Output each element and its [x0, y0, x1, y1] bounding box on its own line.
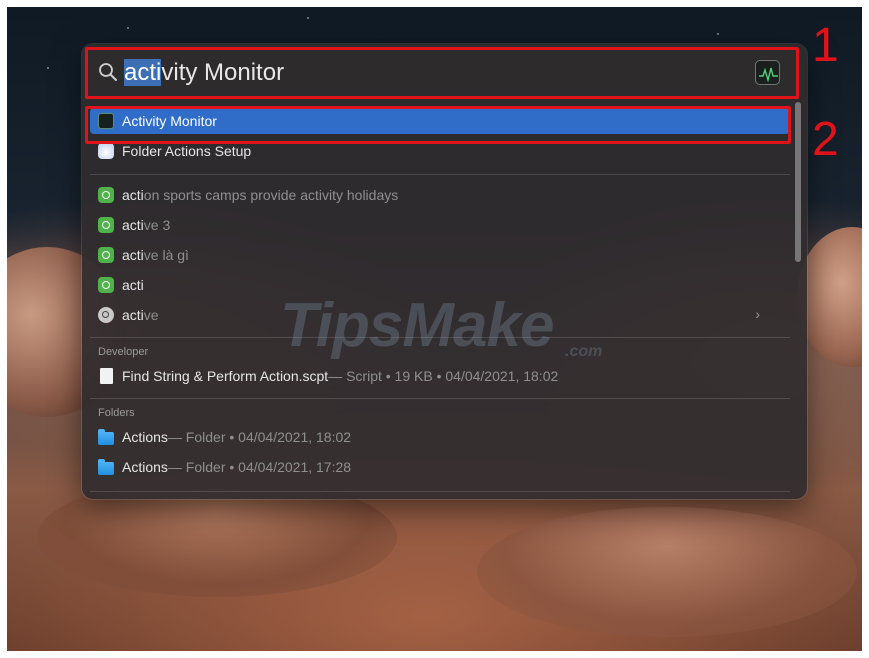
- folder-icon: [98, 458, 114, 475]
- result-meta: — Script • 19 KB • 04/04/2021, 18:02: [328, 368, 559, 384]
- folder-icon: [98, 428, 114, 445]
- watermark-tld: .com: [565, 343, 603, 360]
- result-folder[interactable]: Actions — Folder • 04/04/2021, 17:28: [90, 454, 790, 480]
- suggestion-bold: acti: [122, 307, 144, 323]
- suggestion-bold: acti: [122, 217, 144, 233]
- result-meta: — Folder • 04/04/2021, 18:02: [167, 429, 352, 445]
- folder-actions-icon: [98, 143, 114, 159]
- star: [47, 67, 49, 69]
- section-header-folders: Folders: [98, 407, 135, 419]
- result-meta: — Folder • 04/04/2021, 17:28: [167, 459, 352, 475]
- suggestion-item[interactable]: acti on sports camps provide activity hol…: [90, 182, 790, 208]
- result-folder[interactable]: Actions — Folder • 04/04/2021, 18:02: [90, 424, 790, 450]
- divider: [90, 491, 790, 492]
- divider: [90, 398, 790, 399]
- result-label: Actions: [122, 429, 168, 445]
- section-header-developer: Developer: [98, 346, 149, 358]
- watermark: TipsMake: [280, 291, 554, 360]
- result-label: Folder Actions Setup: [122, 143, 252, 159]
- rock-formation: [477, 507, 857, 637]
- search-suggestion-icon: [98, 277, 114, 293]
- annotation-label-2: 2: [812, 113, 839, 166]
- result-script-file[interactable]: Find String & Perform Action.scpt — Scri…: [90, 363, 790, 389]
- chevron-right-icon: ›: [755, 306, 760, 322]
- suggestion-rest: on sports camps provide activity holiday…: [143, 187, 399, 203]
- annotation-label-1: 1: [812, 19, 839, 72]
- search-suggestion-icon: [98, 247, 114, 263]
- suggestion-item[interactable]: acti ve là gì: [90, 242, 790, 268]
- search-suggestion-icon: [98, 187, 114, 203]
- search-suggestion-icon: [98, 217, 114, 233]
- suggestion-bold: acti: [122, 247, 144, 263]
- suggestion-rest: ve là gì: [143, 247, 189, 263]
- divider: [90, 174, 790, 175]
- suggestion-bold: acti: [122, 277, 144, 293]
- web-search-icon: [98, 307, 114, 323]
- annotation-box-search: [85, 47, 799, 99]
- script-document-icon: [100, 368, 113, 384]
- result-label: Find String & Perform Action.scpt: [122, 368, 329, 384]
- annotation-box-result: [85, 106, 791, 144]
- star: [307, 17, 309, 19]
- scrollbar[interactable]: [795, 102, 801, 262]
- suggestion-rest: ve: [143, 307, 159, 323]
- suggestion-rest: ve 3: [143, 217, 171, 233]
- star: [717, 33, 719, 35]
- suggestion-bold: acti: [122, 187, 144, 203]
- suggestion-item[interactable]: acti ve 3: [90, 212, 790, 238]
- result-label: Actions: [122, 459, 168, 475]
- star: [127, 27, 129, 29]
